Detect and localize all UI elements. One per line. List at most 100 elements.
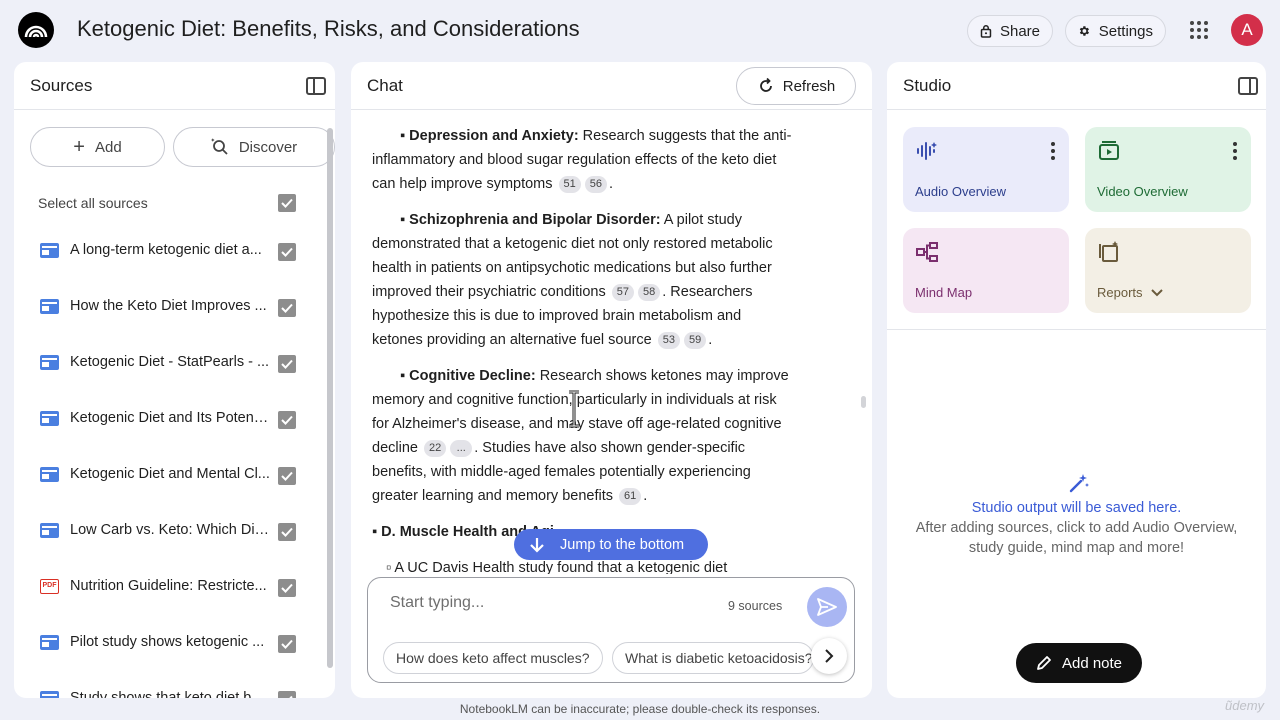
video-overview-card[interactable]: Video Overview — [1085, 127, 1251, 212]
source-checkbox[interactable] — [278, 355, 296, 373]
check-icon — [281, 247, 293, 257]
discover-button[interactable]: Discover — [173, 127, 335, 167]
source-checkbox[interactable] — [278, 243, 296, 261]
citation-chip[interactable]: ... — [450, 440, 473, 457]
collapse-panel-icon[interactable] — [1238, 77, 1258, 95]
notebooklm-logo[interactable] — [18, 12, 54, 48]
check-icon — [289, 695, 293, 698]
studio-header: Studio — [887, 62, 1266, 110]
source-label: Pilot study shows ketogenic ... — [70, 634, 265, 650]
web-source-icon — [40, 691, 59, 698]
notebook-title[interactable]: Ketogenic Diet: Benefits, Risks, and Con… — [77, 16, 580, 42]
source-item[interactable]: A long-term ketogenic diet a... — [14, 224, 324, 280]
reports-icon — [1099, 241, 1118, 262]
source-item[interactable]: How the Keto Diet Improves ... — [14, 280, 324, 336]
gear-icon — [1079, 26, 1089, 36]
lock-icon — [980, 25, 992, 38]
discover-search-icon — [210, 138, 228, 155]
share-button[interactable]: Share — [967, 15, 1053, 47]
check-icon — [281, 471, 293, 481]
studio-empty-description: After adding sources, click to add Audio… — [915, 520, 1238, 556]
arrow-down-icon — [530, 537, 544, 553]
jump-to-bottom-button[interactable]: Jump to the bottom — [514, 529, 708, 560]
mind-map-icon — [916, 242, 938, 262]
chat-scrollbar[interactable] — [861, 396, 866, 408]
reports-label: Reports — [1097, 285, 1163, 300]
source-checkbox[interactable] — [278, 579, 296, 597]
citation-chip[interactable]: 53 — [657, 332, 680, 349]
citation-chip[interactable]: 57 — [611, 284, 634, 301]
video-overview-label: Video Overview — [1097, 184, 1188, 199]
source-item[interactable]: Study shows that keto diet b... — [14, 672, 324, 698]
source-checkbox[interactable] — [278, 691, 296, 698]
citation-chip[interactable]: 56 — [584, 176, 608, 193]
settings-label: Settings — [1098, 22, 1153, 40]
source-label: Ketogenic Diet and Mental Cl... — [70, 466, 270, 482]
source-item[interactable]: Pilot study shows ketogenic ... — [14, 616, 324, 672]
reports-card[interactable]: Reports — [1085, 228, 1251, 313]
suggestion-chip[interactable]: How does keto affect muscles? — [383, 642, 603, 674]
sources-title: Sources — [30, 76, 93, 95]
mind-map-card[interactable]: Mind Map — [903, 228, 1069, 313]
check-icon — [281, 583, 293, 593]
source-label: Ketogenic Diet - StatPearls - ... — [70, 354, 270, 370]
avatar[interactable]: A — [1231, 14, 1263, 46]
response-paragraph: ▪ Depression and Anxiety: Research sugge… — [372, 128, 792, 193]
more-options-icon[interactable] — [1233, 142, 1237, 160]
settings-button[interactable]: Settings — [1065, 15, 1166, 47]
source-label: How the Keto Diet Improves ... — [70, 298, 267, 314]
waveform-icon — [917, 142, 937, 160]
sources-scrollbar[interactable] — [327, 128, 333, 668]
paragraph-text: A UC Davis Health study found that a ket… — [394, 560, 728, 574]
citation-chip[interactable]: 22 — [423, 440, 447, 457]
source-checkbox[interactable] — [278, 523, 296, 541]
audio-overview-label: Audio Overview — [915, 184, 1007, 199]
citation-chip[interactable]: 58 — [638, 284, 661, 301]
web-source-icon — [40, 243, 59, 258]
check-icon — [281, 303, 293, 313]
send-button[interactable] — [807, 587, 847, 627]
citation-chip[interactable]: 59 — [683, 332, 707, 349]
citation-chip[interactable]: 61 — [619, 488, 642, 505]
chevron-down-icon[interactable] — [1150, 288, 1163, 297]
studio-divider — [887, 329, 1266, 330]
source-label: A long-term ketogenic diet a... — [70, 242, 262, 258]
source-checkbox[interactable] — [278, 467, 296, 485]
select-all-checkbox[interactable] — [278, 194, 296, 212]
add-note-button[interactable]: Add note — [1016, 643, 1142, 683]
next-suggestions-button[interactable] — [811, 638, 847, 674]
refresh-button[interactable]: Refresh — [736, 67, 856, 105]
source-item[interactable]: Ketogenic Diet and Its Potenti... — [14, 392, 324, 448]
source-item[interactable]: Low Carb vs. Keto: Which Die... — [14, 504, 324, 560]
logo-icon — [24, 25, 48, 38]
chevron-right-icon — [825, 649, 834, 663]
pdf-source-icon: PDF — [40, 579, 59, 594]
audio-overview-card[interactable]: Audio Overview — [903, 127, 1069, 212]
watermark: ũdemy — [1225, 698, 1265, 713]
select-all-label: Select all sources — [38, 195, 148, 211]
chat-title: Chat — [367, 76, 403, 95]
check-icon — [281, 527, 293, 537]
source-checkbox[interactable] — [278, 411, 296, 429]
web-source-icon — [40, 635, 59, 650]
source-item[interactable]: Ketogenic Diet and Mental Cl... — [14, 448, 324, 504]
chat-messages: ▪ Depression and Anxiety: Research sugge… — [372, 124, 792, 574]
sources-panel: Sources + Add Discover Select all source… — [14, 62, 335, 698]
chat-input[interactable] — [390, 594, 690, 612]
source-checkbox[interactable] — [278, 299, 296, 317]
studio-empty-state: Studio output will be saved here. After … — [907, 498, 1246, 558]
source-item[interactable]: Ketogenic Diet - StatPearls - ... — [14, 336, 324, 392]
magic-wand-icon — [1069, 474, 1089, 493]
citation-chip[interactable]: 51 — [558, 176, 581, 193]
web-source-icon — [40, 411, 59, 426]
suggestion-chip[interactable]: What is diabetic ketoacidosis? — [612, 642, 814, 674]
source-count: 9 sources — [728, 599, 783, 613]
apps-grid-icon[interactable] — [1188, 19, 1210, 41]
more-options-icon[interactable] — [1051, 142, 1055, 160]
source-checkbox[interactable] — [278, 635, 296, 653]
add-note-label: Add note — [1061, 654, 1123, 672]
source-item[interactable]: PDF Nutrition Guideline: Restricte... — [14, 560, 324, 616]
discover-label: Discover — [238, 138, 298, 156]
add-source-button[interactable]: + Add — [30, 127, 165, 167]
collapse-panel-icon[interactable] — [306, 77, 326, 95]
